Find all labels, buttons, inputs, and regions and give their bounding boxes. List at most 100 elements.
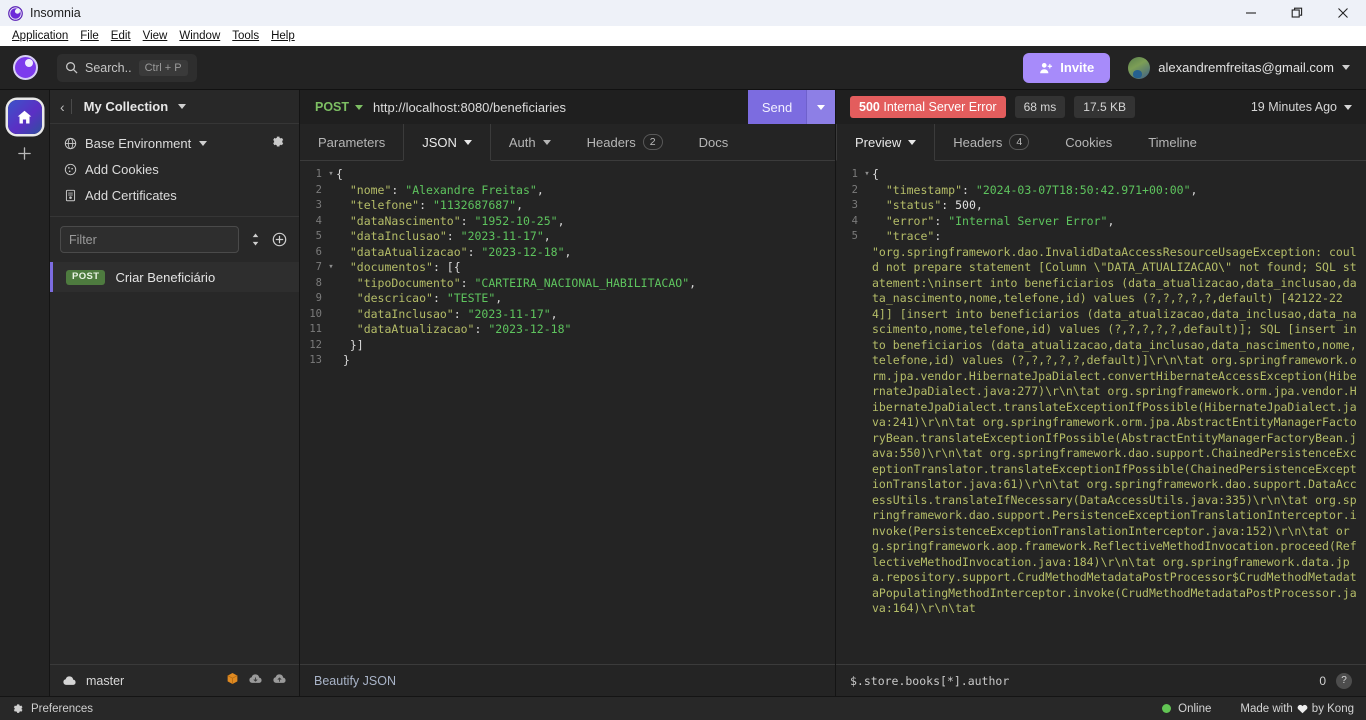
beautify-json-button[interactable]: Beautify JSON [314, 674, 396, 688]
package-icon [227, 672, 238, 684]
code-line: 4 "dataNascimento": "1952-10-25", [300, 214, 835, 230]
fold-toggle-icon[interactable]: ▾ [326, 167, 336, 183]
request-name: Criar Beneficiário [115, 269, 216, 285]
code-line-trace: "org.springframework.dao.InvalidDataAcce… [836, 245, 1366, 617]
line-number: 5 [315, 230, 322, 242]
code-line: 6 "dataAtualizacao": "2023-12-18", [300, 245, 835, 261]
add-certificates-label: Add Certificates [85, 187, 177, 203]
user-menu[interactable]: alexandremfreitas@gmail.com [1128, 56, 1350, 79]
menu-view[interactable]: View [137, 28, 174, 45]
response-body-viewer[interactable]: 1 ▾{2 "timestamp": "2024-03-07T18:50:42.9… [836, 161, 1366, 664]
sort-button[interactable] [249, 232, 262, 247]
menu-file[interactable]: File [74, 28, 105, 45]
collection-chevron-down-icon[interactable] [178, 104, 187, 109]
code-line: 5 "trace": [836, 229, 1366, 245]
app-header: Search.. Ctrl + P Invite alexandremfreit… [0, 46, 1366, 90]
app-logo[interactable] [0, 55, 50, 80]
line-number: 2 [851, 183, 858, 196]
jsonpath-filter-bar: $.store.books[*].author 0 ? [836, 664, 1366, 696]
code-line: 3 "status": 500, [836, 198, 1366, 214]
jsonpath-input[interactable]: $.store.books[*].author [850, 674, 1309, 688]
home-icon [17, 110, 32, 123]
list-item[interactable]: POST Criar Beneficiário [50, 262, 299, 292]
add-workspace-button[interactable] [17, 146, 32, 165]
tab-response-headers[interactable]: Headers 4 [935, 124, 1047, 160]
tab-parameters[interactable]: Parameters [300, 124, 403, 160]
code-line: 9 "descricao": "TESTE", [300, 291, 835, 307]
code-content: "timestamp": "2024-03-07T18:50:42.971+00… [872, 182, 1198, 197]
menu-help[interactable]: Help [265, 28, 301, 45]
maximize-button[interactable] [1274, 0, 1320, 26]
fold-toggle-icon[interactable]: ▾ [862, 167, 872, 183]
tab-cookies[interactable]: Cookies [1047, 124, 1130, 160]
menu-tools[interactable]: Tools [226, 28, 265, 45]
fold-toggle-icon[interactable]: ▾ [326, 260, 336, 276]
send-button[interactable]: Send [748, 90, 806, 124]
sidebar-item-base-environment[interactable]: Base Environment [50, 130, 299, 156]
header-divider [70, 99, 72, 114]
line-number: 11 [309, 323, 322, 335]
minimize-button[interactable] [1228, 0, 1274, 26]
environment-chevron-down-icon[interactable] [199, 140, 208, 146]
help-icon[interactable]: ? [1336, 672, 1352, 689]
tab-preview[interactable]: Preview [836, 124, 936, 161]
line-number: 7 [315, 261, 322, 273]
tab-timeline-label: Timeline [1148, 134, 1197, 150]
search-input[interactable]: Search.. Ctrl + P [57, 53, 197, 82]
response-size: 17.5 KB [1074, 96, 1135, 118]
menu-edit[interactable]: Edit [105, 28, 137, 45]
line-number: 1 [851, 168, 858, 180]
sidebar: ‹ My Collection Base Environment Add Coo… [50, 90, 300, 696]
code-content: "documentos": [{ [336, 260, 461, 274]
response-history-dropdown[interactable]: 19 Minutes Ago [1251, 100, 1352, 114]
push-button[interactable] [272, 672, 287, 690]
code-line: 2 "timestamp": "2024-03-07T18:50:42.971+… [836, 183, 1366, 199]
code-content: } [336, 353, 350, 367]
tab-timeline[interactable]: Timeline [1130, 124, 1215, 160]
invite-button[interactable]: Invite [1023, 52, 1111, 83]
url-input[interactable]: http://localhost:8080/beneficiaries [373, 100, 748, 115]
sidebar-item-add-cookies[interactable]: Add Cookies [50, 156, 299, 182]
package-button[interactable] [226, 672, 239, 690]
window-title: Insomnia [30, 6, 81, 20]
tab-response-headers-label: Headers [953, 134, 1003, 150]
add-request-button[interactable] [272, 232, 287, 247]
menu-application[interactable]: Application [6, 28, 74, 45]
tab-headers[interactable]: Headers 2 [569, 124, 681, 160]
tab-headers-badge: 2 [642, 134, 663, 150]
code-content: "status": 500, [872, 198, 983, 212]
tab-auth[interactable]: Auth [491, 124, 569, 160]
environment-settings-button[interactable] [271, 135, 285, 152]
cloud-upload-icon [273, 673, 286, 683]
line-number: 5 [851, 230, 858, 242]
method-selector[interactable]: POST [315, 100, 364, 114]
preferences-button[interactable]: Preferences [12, 703, 93, 715]
code-line: 5 "dataInclusao": "2023-11-17", [300, 229, 835, 245]
filter-input[interactable] [60, 226, 239, 253]
tab-parameters-label: Parameters [318, 134, 386, 150]
tab-json[interactable]: JSON [403, 124, 491, 161]
home-button[interactable] [7, 100, 42, 134]
close-button[interactable] [1320, 0, 1366, 26]
menu-window[interactable]: Window [173, 28, 226, 45]
line-number: 6 [315, 245, 322, 258]
tab-docs[interactable]: Docs [681, 124, 747, 160]
send-options-button[interactable] [806, 90, 835, 124]
git-branch-label[interactable]: master [86, 674, 124, 688]
request-body-editor[interactable]: 1 ▾{2 "nome": "Alexandre Freitas", 3 "tele… [300, 161, 835, 664]
line-number: 10 [309, 307, 322, 320]
code-content: "telefone": "1132687687", [336, 198, 523, 212]
status-text: Internal Server Error [883, 100, 997, 114]
method-chevron-down-icon [355, 104, 364, 110]
sidebar-filter-bar [50, 217, 299, 262]
pull-button[interactable] [248, 672, 263, 690]
user-email: alexandremfreitas@gmail.com [1158, 60, 1334, 75]
status-badge[interactable]: 500 Internal Server Error [850, 96, 1006, 118]
back-button[interactable]: ‹ [60, 99, 65, 115]
sidebar-item-add-certificates[interactable]: Add Certificates [50, 182, 299, 208]
code-line: 13 } [300, 353, 835, 369]
request-method-badge: POST [66, 269, 106, 285]
